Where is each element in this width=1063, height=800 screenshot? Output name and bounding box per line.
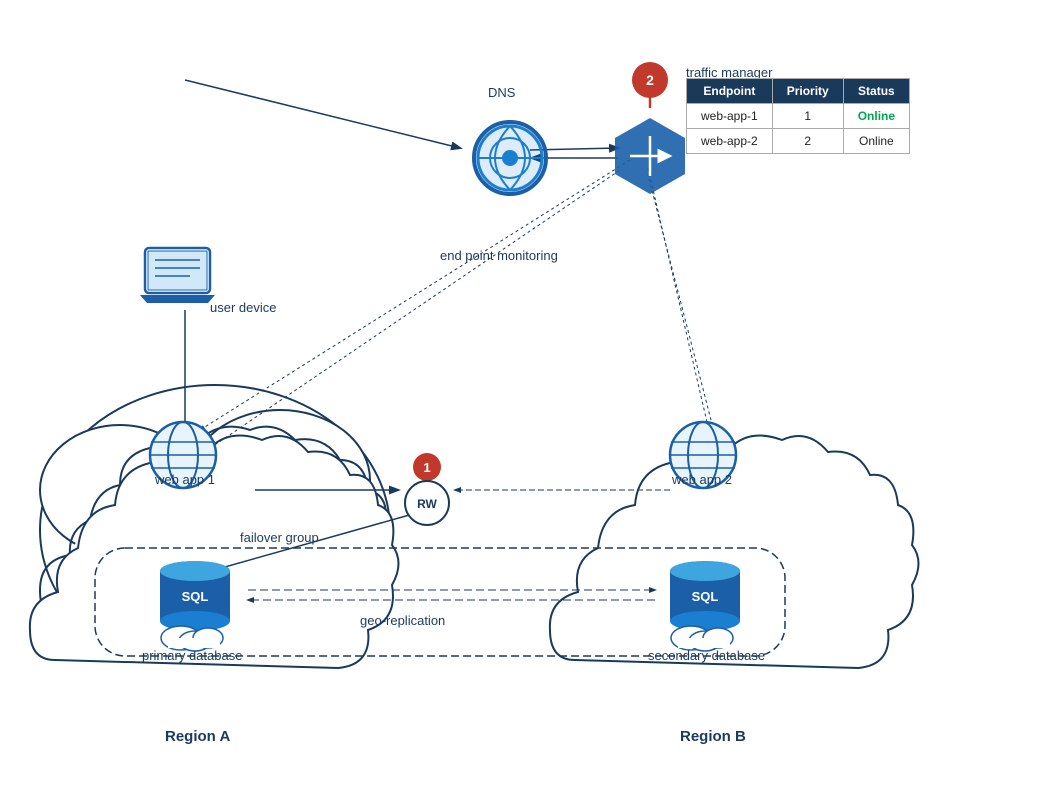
- web-app-1-label: web app 1: [155, 472, 215, 487]
- geo-replication-label: geo-replication: [360, 613, 445, 628]
- region-b-label: Region B: [680, 728, 746, 745]
- user-device-label: user device: [210, 300, 276, 315]
- table-header-priority: Priority: [772, 79, 843, 104]
- secondary-database-label: secondary database: [648, 648, 765, 663]
- dns-label: DNS: [488, 85, 515, 100]
- status-2: Online: [843, 129, 909, 154]
- endpoint-1: web-app-1: [687, 104, 773, 129]
- traffic-manager-table: Endpoint Priority Status web-app-1 1 Onl…: [686, 78, 910, 154]
- svg-text:SQL: SQL: [692, 589, 719, 604]
- region-a-label: Region A: [165, 728, 230, 745]
- table-header-endpoint: Endpoint: [687, 79, 773, 104]
- web-app-2-label: web app 2: [672, 472, 732, 487]
- svg-text:RW: RW: [417, 497, 437, 511]
- table-row: web-app-2 2 Online: [687, 129, 910, 154]
- failover-group-label: failover group: [240, 530, 319, 545]
- priority-2: 2: [772, 129, 843, 154]
- endpoint-2: web-app-2: [687, 129, 773, 154]
- status-1: Online: [843, 104, 909, 129]
- svg-text:SQL: SQL: [182, 589, 209, 604]
- end-point-monitoring-label: end point monitoring: [440, 248, 558, 263]
- diagram-container: SQL SQL 1 RW: [0, 0, 1063, 800]
- svg-text:2: 2: [646, 72, 654, 88]
- priority-1: 1: [772, 104, 843, 129]
- svg-text:1: 1: [423, 460, 430, 475]
- primary-database-label: primary database: [142, 648, 242, 663]
- table-row: web-app-1 1 Online: [687, 104, 910, 129]
- table-header-status: Status: [843, 79, 909, 104]
